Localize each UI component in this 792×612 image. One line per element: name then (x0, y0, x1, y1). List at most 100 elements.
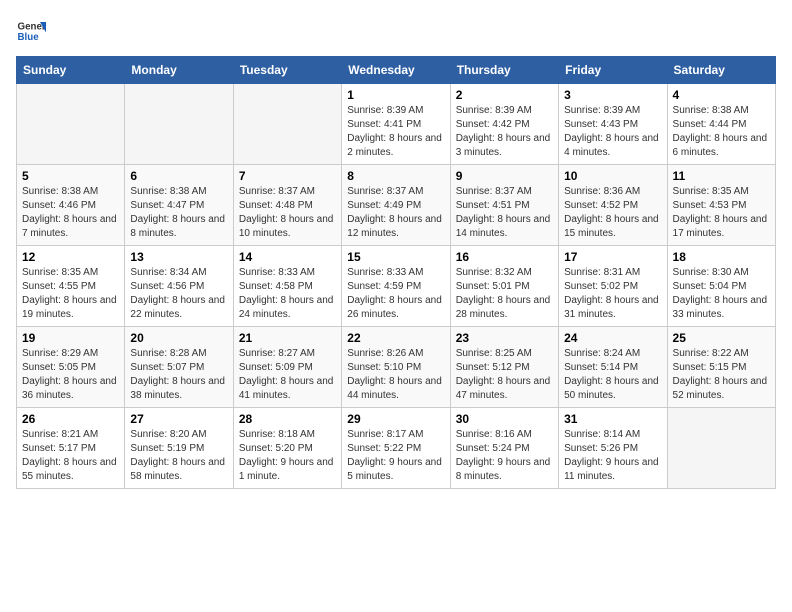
calendar-cell (233, 84, 341, 165)
calendar-cell (125, 84, 233, 165)
day-info: Sunrise: 8:16 AMSunset: 5:24 PMDaylight:… (456, 428, 553, 484)
calendar-week-row: 19 Sunrise: 8:29 AMSunset: 5:05 PMDayligh… (17, 327, 776, 408)
header: General Blue (16, 16, 776, 46)
calendar-cell: 19 Sunrise: 8:29 AMSunset: 5:05 PMDayligh… (17, 327, 125, 408)
logo-icon: General Blue (16, 16, 46, 46)
calendar-cell: 12Sunrise: 8:35 AMSunset: 4:55 PMDayligh… (17, 246, 125, 327)
day-number: 30 (456, 412, 553, 426)
day-number: 5 (22, 169, 119, 183)
calendar-cell: 22 Sunrise: 8:26 AMSunset: 5:10 PMDayligh… (342, 327, 450, 408)
calendar-cell: 5 Sunrise: 8:38 AMSunset: 4:46 PMDaylight… (17, 165, 125, 246)
day-number: 12 (22, 250, 119, 264)
day-info: Sunrise: 8:39 AMSunset: 4:43 PMDaylight:… (564, 104, 661, 160)
day-info: Sunrise: 8:26 AMSunset: 5:10 PMDaylight:… (347, 347, 444, 403)
calendar-week-row: 12Sunrise: 8:35 AMSunset: 4:55 PMDayligh… (17, 246, 776, 327)
day-number: 21 (239, 331, 336, 345)
day-info: Sunrise: 8:21 AMSunset: 5:17 PMDaylight:… (22, 428, 119, 484)
day-info: Sunrise: 8:24 AMSunset: 5:14 PMDaylight:… (564, 347, 661, 403)
day-info: Sunrise: 8:17 AMSunset: 5:22 PMDaylight:… (347, 428, 444, 484)
day-number: 1 (347, 88, 444, 102)
calendar-cell: 20 Sunrise: 8:28 AMSunset: 5:07 PMDayligh… (125, 327, 233, 408)
day-info: Sunrise: 8:37 AMSunset: 4:49 PMDaylight:… (347, 185, 444, 241)
day-number: 29 (347, 412, 444, 426)
calendar-cell: 14 Sunrise: 8:33 AMSunset: 4:58 PMDayligh… (233, 246, 341, 327)
calendar-body: 1 Sunrise: 8:39 AMSunset: 4:41 PMDaylight… (17, 84, 776, 489)
calendar-cell: 11 Sunrise: 8:35 AMSunset: 4:53 PMDayligh… (667, 165, 775, 246)
day-info: Sunrise: 8:38 AMSunset: 4:47 PMDaylight:… (130, 185, 227, 241)
day-number: 7 (239, 169, 336, 183)
calendar-cell: 10 Sunrise: 8:36 AMSunset: 4:52 PMDayligh… (559, 165, 667, 246)
calendar-cell: 15Sunrise: 8:33 AMSunset: 4:59 PMDayligh… (342, 246, 450, 327)
day-info: Sunrise: 8:25 AMSunset: 5:12 PMDaylight:… (456, 347, 553, 403)
day-info: Sunrise: 8:14 AMSunset: 5:26 PMDaylight:… (564, 428, 661, 484)
calendar-cell: 1 Sunrise: 8:39 AMSunset: 4:41 PMDaylight… (342, 84, 450, 165)
weekday-header-row: SundayMondayTuesdayWednesdayThursdayFrid… (17, 57, 776, 84)
calendar-cell: 29 Sunrise: 8:17 AMSunset: 5:22 PMDayligh… (342, 408, 450, 489)
day-number: 19 (22, 331, 119, 345)
weekday-header-cell: Friday (559, 57, 667, 84)
day-info: Sunrise: 8:39 AMSunset: 4:41 PMDaylight:… (347, 104, 444, 160)
day-number: 17 (564, 250, 661, 264)
calendar-cell (667, 408, 775, 489)
calendar-cell: 27Sunrise: 8:20 AMSunset: 5:19 PMDayligh… (125, 408, 233, 489)
day-info: Sunrise: 8:38 AMSunset: 4:46 PMDaylight:… (22, 185, 119, 241)
calendar-cell: 25 Sunrise: 8:22 AMSunset: 5:15 PMDayligh… (667, 327, 775, 408)
day-info: Sunrise: 8:36 AMSunset: 4:52 PMDaylight:… (564, 185, 661, 241)
day-info: Sunrise: 8:22 AMSunset: 5:15 PMDaylight:… (673, 347, 770, 403)
calendar-cell: 23 Sunrise: 8:25 AMSunset: 5:12 PMDayligh… (450, 327, 558, 408)
calendar-cell: 26 Sunrise: 8:21 AMSunset: 5:17 PMDayligh… (17, 408, 125, 489)
day-info: Sunrise: 8:30 AMSunset: 5:04 PMDaylight:… (673, 266, 770, 322)
weekday-header-cell: Wednesday (342, 57, 450, 84)
calendar-cell: 4Sunrise: 8:38 AMSunset: 4:44 PMDaylight… (667, 84, 775, 165)
day-info: Sunrise: 8:33 AMSunset: 4:59 PMDaylight:… (347, 266, 444, 322)
calendar-cell: 30 Sunrise: 8:16 AMSunset: 5:24 PMDayligh… (450, 408, 558, 489)
day-info: Sunrise: 8:37 AMSunset: 4:51 PMDaylight:… (456, 185, 553, 241)
day-number: 3 (564, 88, 661, 102)
calendar-cell: 2Sunrise: 8:39 AMSunset: 4:42 PMDaylight… (450, 84, 558, 165)
calendar-week-row: 5 Sunrise: 8:38 AMSunset: 4:46 PMDaylight… (17, 165, 776, 246)
day-number: 4 (673, 88, 770, 102)
day-info: Sunrise: 8:35 AMSunset: 4:53 PMDaylight:… (673, 185, 770, 241)
day-number: 25 (673, 331, 770, 345)
calendar-cell: 3 Sunrise: 8:39 AMSunset: 4:43 PMDaylight… (559, 84, 667, 165)
day-number: 11 (673, 169, 770, 183)
day-number: 20 (130, 331, 227, 345)
calendar-cell (17, 84, 125, 165)
day-number: 28 (239, 412, 336, 426)
calendar-week-row: 26 Sunrise: 8:21 AMSunset: 5:17 PMDayligh… (17, 408, 776, 489)
day-number: 9 (456, 169, 553, 183)
day-number: 8 (347, 169, 444, 183)
calendar-cell: 28 Sunrise: 8:18 AMSunset: 5:20 PMDayligh… (233, 408, 341, 489)
logo: General Blue (16, 16, 46, 46)
calendar-cell: 24Sunrise: 8:24 AMSunset: 5:14 PMDayligh… (559, 327, 667, 408)
day-number: 13 (130, 250, 227, 264)
day-info: Sunrise: 8:29 AMSunset: 5:05 PMDaylight:… (22, 347, 119, 403)
day-number: 23 (456, 331, 553, 345)
calendar-cell: 17 Sunrise: 8:31 AMSunset: 5:02 PMDayligh… (559, 246, 667, 327)
calendar: SundayMondayTuesdayWednesdayThursdayFrid… (16, 56, 776, 489)
calendar-cell: 9 Sunrise: 8:37 AMSunset: 4:51 PMDaylight… (450, 165, 558, 246)
weekday-header-cell: Sunday (17, 57, 125, 84)
day-info: Sunrise: 8:32 AMSunset: 5:01 PMDaylight:… (456, 266, 553, 322)
day-number: 26 (22, 412, 119, 426)
day-number: 10 (564, 169, 661, 183)
day-number: 16 (456, 250, 553, 264)
day-number: 27 (130, 412, 227, 426)
day-info: Sunrise: 8:28 AMSunset: 5:07 PMDaylight:… (130, 347, 227, 403)
weekday-header-cell: Tuesday (233, 57, 341, 84)
day-number: 22 (347, 331, 444, 345)
calendar-cell: 18Sunrise: 8:30 AMSunset: 5:04 PMDayligh… (667, 246, 775, 327)
day-info: Sunrise: 8:27 AMSunset: 5:09 PMDaylight:… (239, 347, 336, 403)
day-info: Sunrise: 8:18 AMSunset: 5:20 PMDaylight:… (239, 428, 336, 484)
day-info: Sunrise: 8:37 AMSunset: 4:48 PMDaylight:… (239, 185, 336, 241)
calendar-cell: 6Sunrise: 8:38 AMSunset: 4:47 PMDaylight… (125, 165, 233, 246)
day-info: Sunrise: 8:34 AMSunset: 4:56 PMDaylight:… (130, 266, 227, 322)
day-number: 14 (239, 250, 336, 264)
calendar-cell: 13 Sunrise: 8:34 AMSunset: 4:56 PMDayligh… (125, 246, 233, 327)
weekday-header-cell: Monday (125, 57, 233, 84)
day-info: Sunrise: 8:33 AMSunset: 4:58 PMDaylight:… (239, 266, 336, 322)
day-info: Sunrise: 8:31 AMSunset: 5:02 PMDaylight:… (564, 266, 661, 322)
calendar-cell: 16 Sunrise: 8:32 AMSunset: 5:01 PMDayligh… (450, 246, 558, 327)
calendar-cell: 8 Sunrise: 8:37 AMSunset: 4:49 PMDaylight… (342, 165, 450, 246)
calendar-week-row: 1 Sunrise: 8:39 AMSunset: 4:41 PMDaylight… (17, 84, 776, 165)
